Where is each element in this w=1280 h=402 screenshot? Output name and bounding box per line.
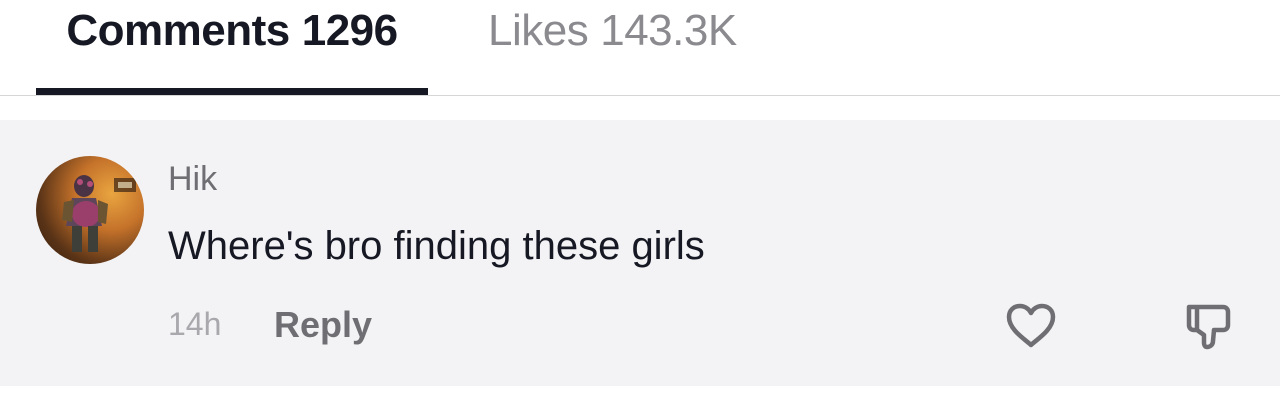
tab-comments-label: Comments [66, 6, 290, 55]
tab-likes-count: 143.3K [600, 6, 737, 55]
comment-username[interactable]: Hik [168, 160, 217, 199]
active-tab-indicator [36, 88, 428, 95]
comment-timestamp: 14h [168, 306, 222, 342]
thumbs-down-icon [1186, 304, 1231, 350]
heart-icon [1006, 303, 1056, 348]
avatar[interactable] [36, 156, 144, 264]
tab-likes-label: Likes [488, 6, 589, 55]
dislike-button[interactable] [1182, 300, 1234, 352]
tab-bar: Comments 1296 Likes 143.3K [0, 0, 1280, 96]
tab-comments[interactable]: Comments 1296 [36, 0, 428, 96]
comment-text: Where's bro finding these girls [168, 224, 705, 268]
tab-comments-count: 1296 [301, 6, 398, 55]
tab-likes[interactable]: Likes 143.3K [488, 0, 737, 96]
reply-button[interactable]: Reply [274, 304, 372, 346]
comment-item: Hik Where's bro finding these girls 14h … [0, 120, 1280, 386]
like-button[interactable] [1005, 300, 1057, 352]
game-character-avatar-icon [62, 175, 136, 252]
